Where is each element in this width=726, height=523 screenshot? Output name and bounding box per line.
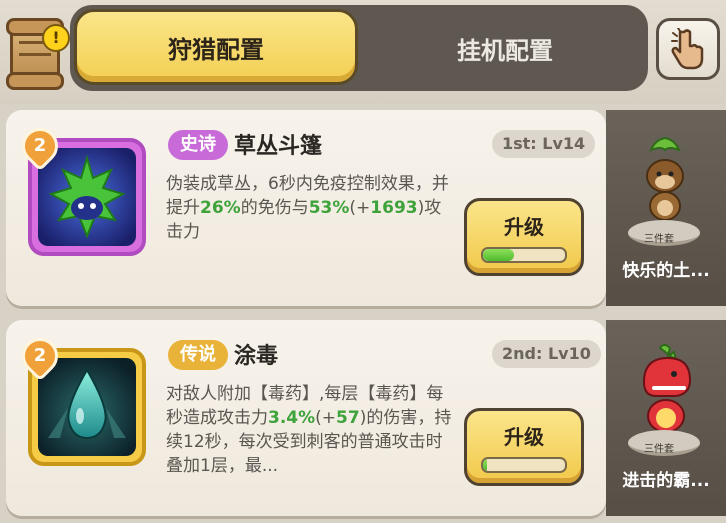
skill-description: 对敌人附加【毒药】,每层【毒药】每秒造成攻击力3.4%(+57)的伤害，持续12… <box>166 382 456 478</box>
top-bar: ! 狩猎配置 挂机配置 <box>0 0 726 104</box>
hand-pointer-button[interactable] <box>656 18 720 80</box>
upgrade-progress-bar <box>481 457 567 473</box>
level-badge-text: 2 <box>33 135 47 156</box>
grass-cloak-icon <box>38 148 136 246</box>
skill-card[interactable]: 2 史诗 草丛斗篷 1st: Lv14 伪装成草丛，6秒内免疫控制效果，并提升2… <box>6 110 606 306</box>
upgrade-progress-fill <box>483 459 488 471</box>
poison-drop-icon <box>38 358 136 456</box>
upgrade-progress-bar <box>481 247 567 263</box>
config-tabs: 狩猎配置 挂机配置 <box>70 5 648 91</box>
rarity-tag: 史诗 <box>168 130 228 160</box>
desc-text: (+ <box>349 198 371 218</box>
scroll-icon[interactable]: ! <box>2 12 70 90</box>
upgrade-button[interactable]: 升级 <box>464 408 584 486</box>
upgrade-button[interactable]: 升级 <box>464 198 584 276</box>
skill-name: 涂毒 <box>234 344 279 369</box>
skill-description: 伪装成草丛，6秒内免疫控制效果，并提升26%的免伤与53%(+1693)攻击力 <box>166 172 456 244</box>
rank-badge: 1st: Lv14 <box>492 130 596 158</box>
hand-pointer-icon <box>671 28 704 70</box>
tab-idle-config[interactable]: 挂机配置 <box>370 15 640 81</box>
desc-text: 的免伤与 <box>240 198 309 218</box>
set-tag: 三件套 <box>644 234 674 245</box>
desc-highlight: 26% <box>200 198 241 218</box>
set-name: 快乐的土... <box>622 261 710 281</box>
upgrade-label: 升级 <box>504 215 544 239</box>
set-panel[interactable]: 三件套 快乐的土... <box>606 110 726 306</box>
upgrade-label: 升级 <box>504 425 544 449</box>
desc-highlight: 1693 <box>370 198 418 218</box>
rarity-tag: 传说 <box>168 340 228 370</box>
set-tag: 三件套 <box>644 444 674 455</box>
desc-highlight: 57 <box>336 408 360 428</box>
set-name: 进击的霸... <box>622 471 710 491</box>
desc-highlight: 53% <box>308 198 350 218</box>
upgrade-progress-fill <box>483 249 515 261</box>
alert-badge: ! <box>42 24 70 52</box>
level-badge-text: 2 <box>33 345 47 366</box>
scroll-roll-bottom <box>6 72 64 90</box>
skill-name: 草丛斗篷 <box>234 134 323 159</box>
set-panel[interactable]: 三件套 进击的霸... <box>606 320 726 516</box>
tab-hunt-config[interactable]: 狩猎配置 <box>74 9 358 85</box>
desc-text: (+ <box>315 408 337 428</box>
rank-badge: 2nd: Lv10 <box>492 340 601 368</box>
desc-highlight: 3.4% <box>268 408 316 428</box>
monkey-figure-icon <box>646 136 684 221</box>
red-dino-figure-icon <box>642 344 692 433</box>
skill-card[interactable]: 2 传说 涂毒 2nd: Lv10 对敌人附加【毒药】,每层【毒药】每秒造成攻击… <box>6 320 606 516</box>
